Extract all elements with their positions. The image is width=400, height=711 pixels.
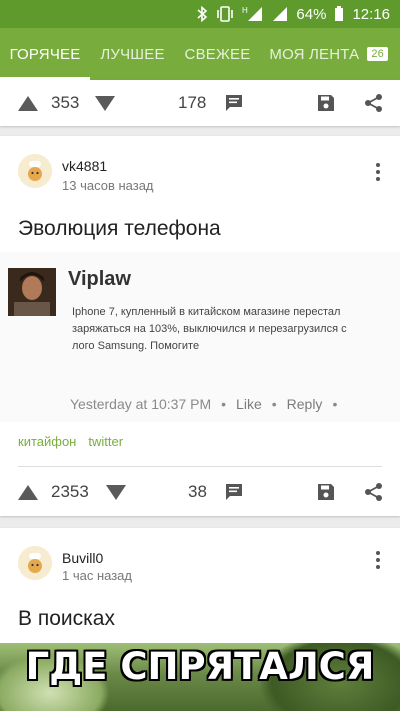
- battery-percent: 64%: [296, 5, 327, 23]
- post-image[interactable]: Viplaw Iphone 7, купленный в китайском м…: [0, 252, 400, 422]
- arrow-down-icon: [95, 95, 115, 111]
- signal-icon: [272, 0, 288, 28]
- tweet-reply: Reply: [286, 396, 323, 412]
- tweet-time: Yesterday at 10:37 PM: [70, 396, 212, 412]
- network-type-label: H: [242, 6, 248, 15]
- share-icon: [365, 94, 382, 112]
- arrow-down-icon: [106, 484, 126, 500]
- downvote-button[interactable]: [95, 78, 115, 128]
- save-icon: [318, 484, 334, 500]
- tab-label: ЛУЧШЕЕ: [100, 45, 165, 63]
- user-photo: [8, 268, 56, 316]
- status-bar: H 64% 12:16: [0, 0, 400, 28]
- post-title[interactable]: Эволюция телефона: [18, 217, 221, 241]
- separator-dot: •: [332, 396, 338, 412]
- separator-dot: •: [221, 396, 227, 412]
- previous-post-card: 353 178: [0, 80, 400, 126]
- post-title[interactable]: В поисках: [18, 607, 115, 631]
- post-actions: 2353 38: [0, 467, 400, 517]
- avatar[interactable]: [18, 154, 52, 188]
- vibrate-icon: [216, 0, 234, 28]
- share-button[interactable]: [364, 467, 384, 517]
- tab-label: МОЯ ЛЕНТА: [269, 45, 360, 63]
- arrow-up-icon: [18, 484, 38, 500]
- tab-label: СВЕЖЕЕ: [184, 45, 251, 63]
- downvote-button[interactable]: [106, 467, 126, 517]
- comments-button[interactable]: [224, 467, 244, 517]
- avatar[interactable]: [18, 546, 52, 580]
- comment-icon: [226, 95, 242, 111]
- tweet-author: Viplaw: [68, 268, 131, 290]
- battery-icon: [334, 0, 344, 28]
- comments-count: 178: [178, 93, 207, 112]
- feed-count-badge: 26: [367, 47, 388, 61]
- clock: 12:16: [352, 5, 390, 23]
- author-name[interactable]: Buvill0: [62, 550, 103, 566]
- comment-icon: [226, 484, 242, 500]
- signal-icon: H: [242, 0, 264, 28]
- tab-fresh[interactable]: СВЕЖЕЕ: [175, 28, 260, 80]
- tweet-like: Like: [236, 396, 262, 412]
- tab-best[interactable]: ЛУЧШЕЕ: [90, 28, 175, 80]
- share-button[interactable]: [364, 78, 384, 128]
- save-button[interactable]: [317, 467, 335, 517]
- save-icon: [318, 95, 334, 111]
- tab-my-feed[interactable]: МОЯ ЛЕНТА 26: [260, 28, 400, 80]
- post-time: 1 час назад: [62, 568, 132, 583]
- upvote-button[interactable]: [18, 78, 38, 128]
- share-icon: [365, 483, 382, 501]
- separator-dot: •: [271, 396, 277, 412]
- arrow-up-icon: [18, 95, 38, 111]
- rating-count: 353: [51, 93, 80, 112]
- tag[interactable]: twitter: [88, 434, 123, 449]
- tab-bar: ГОРЯЧЕЕ ЛУЧШЕЕ СВЕЖЕЕ МОЯ ЛЕНТА 26: [0, 28, 400, 80]
- post-actions: 353 178: [0, 78, 400, 128]
- comments-count: 38: [188, 482, 207, 501]
- save-button[interactable]: [317, 78, 335, 128]
- more-menu-icon[interactable]: [366, 548, 390, 572]
- comments-button[interactable]: [224, 78, 244, 128]
- tab-label: ГОРЯЧЕЕ: [9, 45, 81, 63]
- more-menu-icon[interactable]: [366, 160, 390, 184]
- author-name[interactable]: vk4881: [62, 158, 107, 174]
- tag[interactable]: китайфон: [18, 434, 76, 449]
- post-tags: китайфон twitter: [18, 434, 123, 449]
- post-image[interactable]: ГДЕ СПРЯТАЛСЯ: [0, 643, 400, 711]
- post-card: vk4881 13 часов назад Эволюция телефона …: [0, 136, 400, 516]
- tab-hot[interactable]: ГОРЯЧЕЕ: [0, 28, 90, 80]
- rating-count: 2353: [51, 482, 89, 501]
- tweet-meta: Yesterday at 10:37 PM • Like • Reply •: [70, 396, 337, 412]
- post-time: 13 часов назад: [62, 178, 154, 193]
- bluetooth-icon: [196, 0, 208, 28]
- upvote-button[interactable]: [18, 467, 38, 517]
- tweet-text: Iphone 7, купленный в китайском магазине…: [72, 306, 347, 352]
- meme-caption: ГДЕ СПРЯТАЛСЯ: [25, 645, 375, 688]
